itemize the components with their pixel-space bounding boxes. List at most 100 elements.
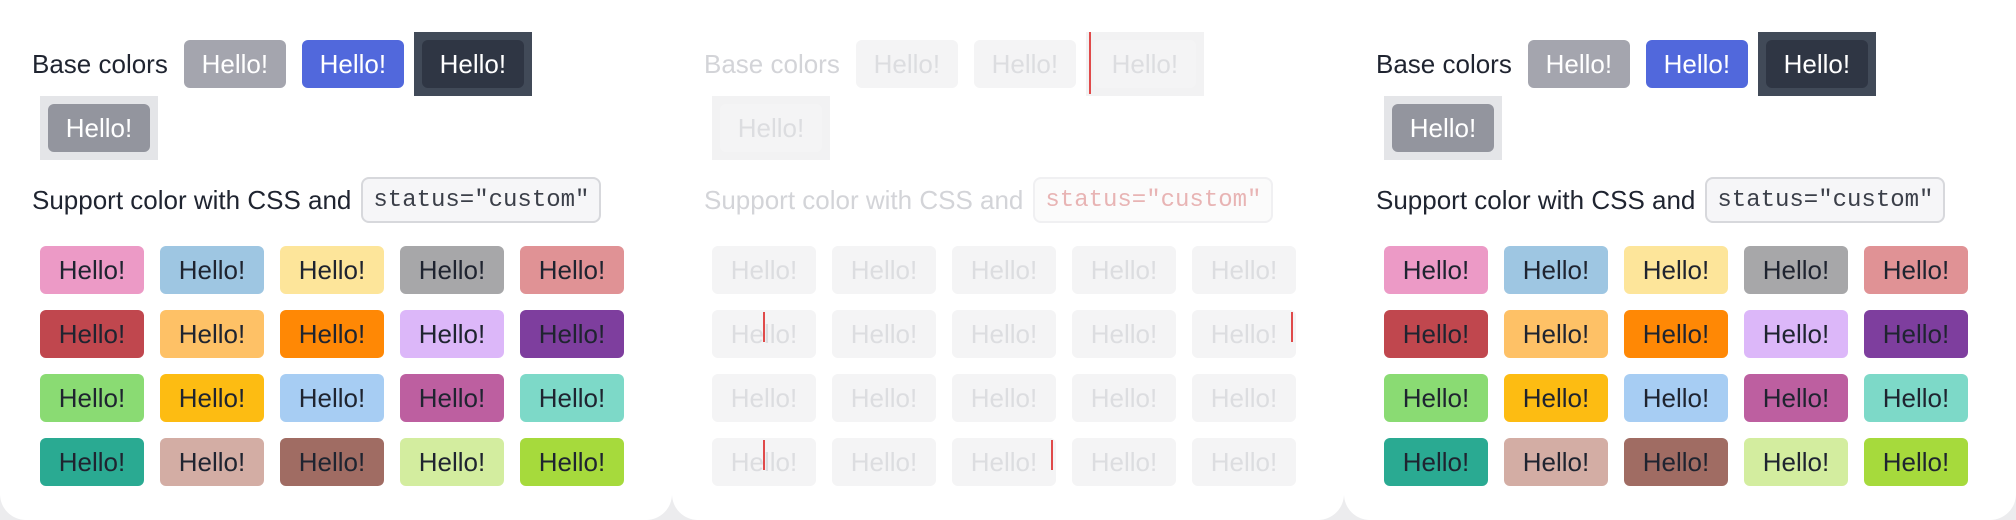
custom-color-button[interactable]: Hello! (280, 438, 384, 486)
custom-color-button[interactable]: Hello! (1624, 438, 1728, 486)
support-row: Support color with CSS and status="custo… (1376, 174, 1996, 226)
slate-button-wrapper: Hello! (1384, 96, 1502, 160)
base-colors-row: Base colors Hello! Hello! Hello! (704, 32, 1324, 96)
dark-button-wrapper: Hello! (1757, 32, 1876, 96)
custom-color-button[interactable]: Hello! (1624, 310, 1728, 358)
custom-color-button[interactable]: Hello! (1864, 246, 1968, 294)
custom-color-button[interactable]: Hello! (520, 310, 624, 358)
custom-color-button[interactable]: Hello! (1192, 374, 1296, 422)
panel-content: Base colors Hello! Hello! Hello! Hello! … (704, 32, 1324, 486)
custom-color-button[interactable]: Hello! (160, 310, 264, 358)
support-row: Support color with CSS and status="custo… (32, 174, 652, 226)
custom-color-button[interactable]: Hello! (520, 246, 624, 294)
custom-color-button[interactable]: Hello! (1384, 246, 1488, 294)
diff-marker (1291, 312, 1293, 342)
support-label: Support color with CSS and (1376, 185, 1696, 215)
custom-color-button[interactable]: Hello! (1192, 246, 1296, 294)
custom-color-button[interactable]: Hello! (1744, 374, 1848, 422)
base-button-dark[interactable]: Hello! (1093, 40, 1196, 88)
custom-color-button[interactable]: Hello! (40, 310, 144, 358)
custom-color-button[interactable]: Hello! (400, 438, 504, 486)
slate-button-wrapper: Hello! (712, 96, 830, 160)
custom-color-button[interactable]: Hello! (1864, 310, 1968, 358)
custom-color-button[interactable]: Hello! (1384, 374, 1488, 422)
custom-color-button[interactable]: Hello! (1624, 246, 1728, 294)
slate-button-wrapper: Hello! (40, 96, 158, 160)
custom-color-button[interactable]: Hello! (40, 246, 144, 294)
custom-color-button[interactable]: Hello! (1072, 246, 1176, 294)
custom-color-grid: Hello! Hello! Hello! Hello! Hello! Hello! Hell… (40, 246, 652, 486)
status-custom-code: status="custom" (361, 177, 602, 223)
base-colors-row: Base colors Hello! Hello! Hello! (1376, 32, 1996, 96)
custom-color-button[interactable]: Hello! (1504, 310, 1608, 358)
panel-middle: Base colors Hello! Hello! Hello! Hello! … (672, 0, 1344, 520)
custom-color-button[interactable]: Hello! (832, 246, 936, 294)
panel-content: Base colors Hello! Hello! Hello! Hello! … (32, 32, 652, 486)
base-colors-row: Base colors Hello! Hello! Hello! (32, 32, 652, 96)
base-button-gray[interactable]: Hello! (1527, 40, 1630, 88)
base-button-slate[interactable]: Hello! (1392, 104, 1494, 152)
custom-color-button[interactable]: Hello! (520, 438, 624, 486)
custom-color-button[interactable]: Hello! (1504, 438, 1608, 486)
dark-button-wrapper: Hello! (1085, 32, 1204, 96)
base-button-blue[interactable]: Hello! (301, 40, 404, 88)
dark-button-wrapper: Hello! (413, 32, 532, 96)
custom-color-button[interactable]: Hello! (400, 310, 504, 358)
custom-color-button[interactable]: Hello! (1192, 438, 1296, 486)
panel-left: Base colors Hello! Hello! Hello! Hello! … (0, 0, 672, 520)
custom-color-button[interactable]: Hello! (400, 246, 504, 294)
base-button-gray[interactable]: Hello! (855, 40, 958, 88)
panel-content: Base colors Hello! Hello! Hello! Hello! … (1376, 32, 1996, 486)
custom-color-button[interactable]: Hello! (1744, 438, 1848, 486)
base-colors-label: Base colors (32, 49, 168, 79)
custom-color-button[interactable]: Hello! (952, 310, 1056, 358)
custom-color-button[interactable]: Hello! (520, 374, 624, 422)
custom-color-button[interactable]: Hello! (832, 438, 936, 486)
custom-color-button[interactable]: Hello! (712, 374, 816, 422)
base-button-blue[interactable]: Hello! (973, 40, 1076, 88)
custom-color-button[interactable]: Hello! (40, 438, 144, 486)
custom-color-button[interactable]: Hello! (712, 246, 816, 294)
diff-marker (763, 440, 765, 470)
custom-color-button[interactable]: Hello! (1864, 438, 1968, 486)
custom-color-button[interactable]: Hello! (832, 374, 936, 422)
custom-color-button[interactable]: Hello! (1072, 438, 1176, 486)
custom-color-grid: Hello! Hello! Hello! Hello! Hello! Hello! Hell… (1384, 246, 1996, 486)
custom-color-button[interactable]: Hello! (280, 310, 384, 358)
custom-color-button[interactable]: Hello! (40, 374, 144, 422)
custom-color-button[interactable]: Hello! (280, 246, 384, 294)
custom-color-button[interactable]: Hello! (1072, 374, 1176, 422)
custom-color-button[interactable]: Hello! (1864, 374, 1968, 422)
base-colors-label: Base colors (1376, 49, 1512, 79)
custom-color-button[interactable]: Hello! (952, 374, 1056, 422)
base-button-blue[interactable]: Hello! (1645, 40, 1748, 88)
custom-color-button[interactable]: Hello! (1504, 374, 1608, 422)
custom-color-button[interactable]: Hello! (1744, 246, 1848, 294)
base-button-gray[interactable]: Hello! (183, 40, 286, 88)
custom-color-button[interactable]: Hello! (1624, 374, 1728, 422)
custom-color-button[interactable]: Hello! (1192, 310, 1296, 358)
base-button-slate[interactable]: Hello! (48, 104, 150, 152)
base-button-dark[interactable]: Hello! (421, 40, 524, 88)
custom-color-button[interactable]: Hello! (1504, 246, 1608, 294)
custom-color-button[interactable]: Hello! (400, 374, 504, 422)
base-colors-row-2: Hello! (1376, 96, 1996, 160)
custom-color-button[interactable]: Hello! (1744, 310, 1848, 358)
base-colors-row-2: Hello! (32, 96, 652, 160)
custom-color-button[interactable]: Hello! (952, 246, 1056, 294)
base-colors-row-2: Hello! (704, 96, 1324, 160)
panel-right: Base colors Hello! Hello! Hello! Hello! … (1344, 0, 2016, 520)
custom-color-button[interactable]: Hello! (1384, 438, 1488, 486)
custom-color-button[interactable]: Hello! (160, 438, 264, 486)
custom-color-button[interactable]: Hello! (832, 310, 936, 358)
base-button-dark[interactable]: Hello! (1765, 40, 1868, 88)
base-button-slate[interactable]: Hello! (720, 104, 822, 152)
custom-color-button[interactable]: Hello! (160, 374, 264, 422)
custom-color-button[interactable]: Hello! (952, 438, 1056, 486)
custom-color-button[interactable]: Hello! (1384, 310, 1488, 358)
diff-marker (1051, 440, 1053, 470)
custom-color-button[interactable]: Hello! (1072, 310, 1176, 358)
custom-color-button[interactable]: Hello! (160, 246, 264, 294)
support-row: Support color with CSS and status="custo… (704, 174, 1324, 226)
custom-color-button[interactable]: Hello! (280, 374, 384, 422)
